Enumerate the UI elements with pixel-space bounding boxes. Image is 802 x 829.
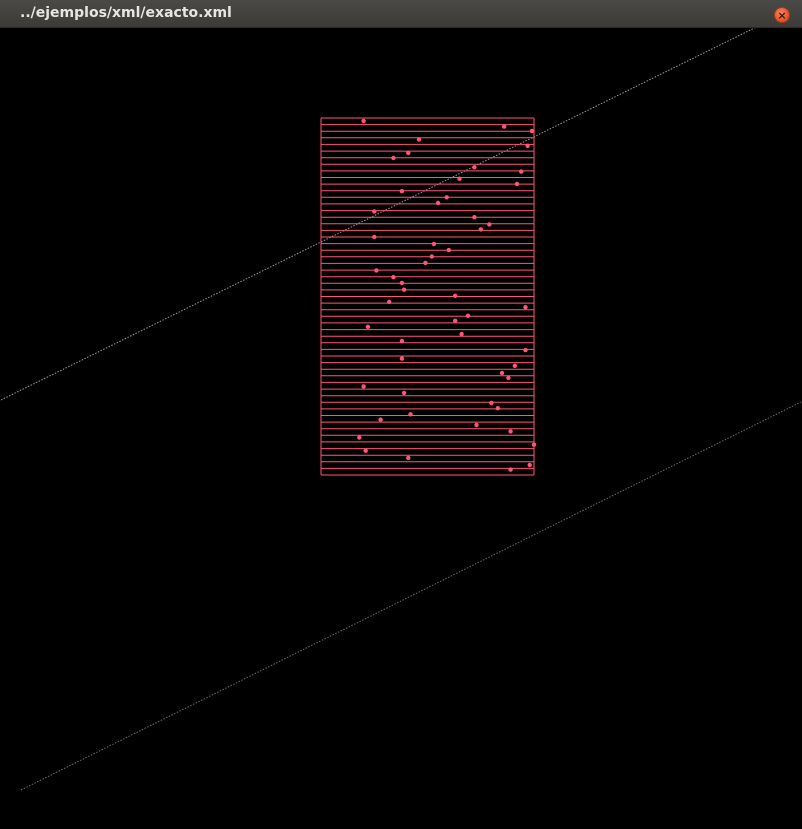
data-point [459,331,464,337]
data-point [453,318,458,323]
close-glyph: × [777,8,787,22]
data-point [519,169,524,174]
close-icon[interactable]: × [774,7,790,23]
data-point [508,467,513,472]
data-point [523,305,528,310]
data-point [363,448,368,453]
data-point [508,429,513,434]
data-point [365,324,371,329]
data-point [399,356,405,361]
data-point [391,275,396,280]
data-point [357,435,362,440]
data-point [444,195,449,200]
data-point [478,227,483,232]
data-point [431,241,437,247]
data-point [487,222,492,227]
data-point [399,338,405,344]
data-point [361,384,366,389]
data-point [423,260,428,266]
data-point [495,406,500,411]
window-title: ../ejemplos/xml/exacto.xml [20,5,232,21]
data-point [416,137,422,142]
data-point [378,417,383,422]
data-point [531,442,537,447]
data-point [399,189,405,194]
data-point [457,176,462,181]
data-point [474,422,479,428]
data-point [406,150,411,156]
data-point [529,128,535,134]
data-point [506,375,511,381]
data-point [446,247,451,253]
data-point [361,118,366,124]
data-point [387,299,392,305]
data-point [499,370,505,376]
data-point [399,280,405,286]
data-point [514,181,520,187]
diagonal-line-upper [1,28,756,401]
data-point [408,412,413,417]
window-titlebar[interactable]: ../ejemplos/xml/exacto.xml × [0,0,802,28]
data-point [523,347,528,353]
data-point [472,215,477,220]
data-point [465,313,471,318]
data-point [489,400,494,406]
drawing-canvas [1,28,801,827]
data-point [391,155,396,161]
data-point [512,363,517,368]
scene-svg [1,28,801,791]
data-point [435,200,441,206]
data-point [429,254,434,259]
data-point [374,268,379,273]
data-point [502,124,507,129]
data-point [453,293,458,298]
diagonal-line-lower [20,401,801,791]
data-point [525,143,530,148]
data-point [372,234,377,240]
data-point [401,390,407,396]
data-point [472,165,477,170]
data-point [406,455,411,461]
data-point [401,287,407,292]
data-point [372,209,377,214]
data-point [527,462,532,468]
